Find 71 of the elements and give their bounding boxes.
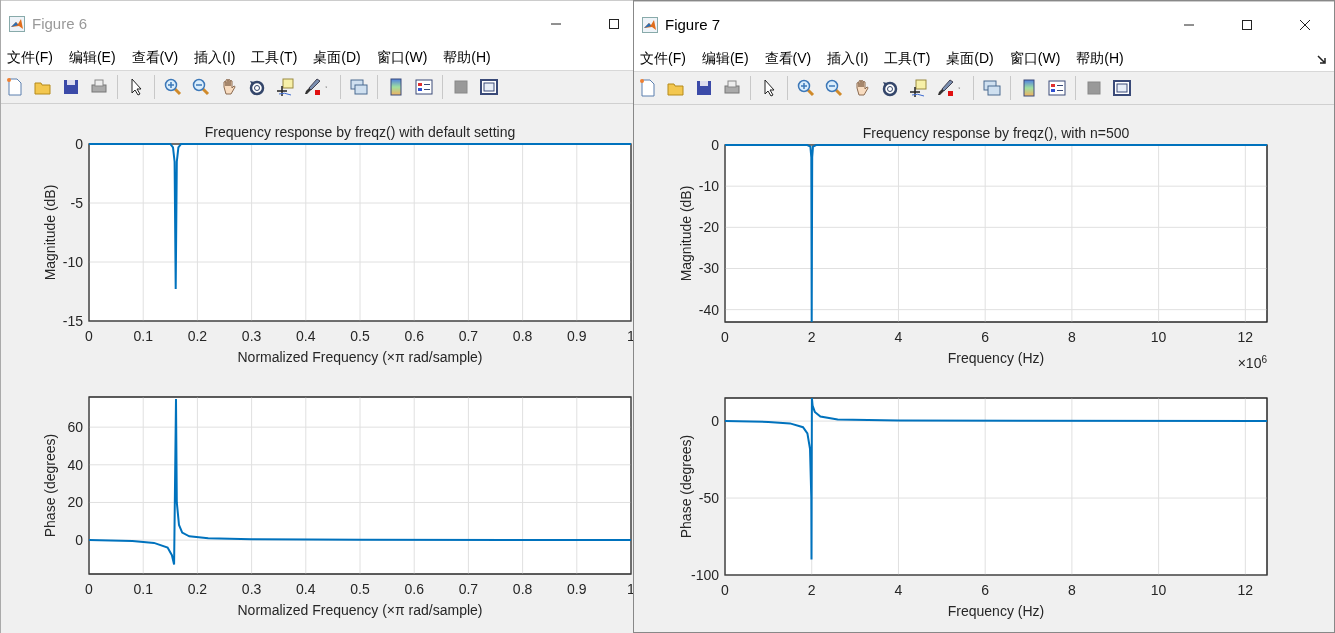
tick-label: 0.2 <box>187 581 208 597</box>
menu-item[interactable]: 桌面(D) <box>946 50 994 68</box>
tick-label: 0.6 <box>404 328 424 344</box>
tick-label: -40 <box>698 301 719 318</box>
tick-label: -5 <box>70 195 83 211</box>
menu-item[interactable]: 帮助(H) <box>1076 50 1124 68</box>
tick-label: 0 <box>721 582 729 598</box>
tick-label: 8 <box>1068 582 1076 598</box>
tick-label: -20 <box>698 219 719 236</box>
axis-label: Phase (degrees) <box>678 434 694 539</box>
tick-label: 6 <box>981 329 990 345</box>
tick-label: 0.5 <box>350 581 370 597</box>
tick-label: 0 <box>75 136 83 152</box>
tick-label: -30 <box>698 260 719 277</box>
tick-label: 2 <box>807 582 816 598</box>
tick-label: -10 <box>62 254 83 270</box>
menu-item[interactable]: 文件(F) <box>640 50 686 68</box>
tick-label: -50 <box>698 490 719 507</box>
menu-item[interactable]: 工具(T) <box>884 50 931 68</box>
tick-label: 2 <box>807 329 816 345</box>
window-title: Figure 7 <box>665 16 721 33</box>
axis-label: Phase (degrees) <box>42 433 58 538</box>
axis-label: Normalized Frequency (×π rad/sample) <box>237 349 483 365</box>
tick-label: 0.1 <box>133 581 153 597</box>
tick-label: 40 <box>67 456 83 473</box>
menu-item[interactable]: 查看(V) <box>764 50 812 68</box>
tick-label: 10 <box>1150 582 1167 598</box>
tick-label: 0.3 <box>241 328 262 344</box>
tick-label: 12 <box>1237 329 1254 345</box>
tick-label: 6 <box>981 582 990 598</box>
tick-label: 0.7 <box>458 581 479 597</box>
tick-label: 0.3 <box>241 581 262 597</box>
tick-label: 0.8 <box>512 581 533 597</box>
tick-label: 4 <box>894 582 903 598</box>
tick-label: -10 <box>698 178 719 195</box>
tick-label: 0 <box>711 413 719 430</box>
tick-label: 10 <box>1150 329 1167 345</box>
menu-item[interactable]: 插入(I) <box>827 50 869 68</box>
axis-label: Frequency (Hz) <box>947 603 1045 619</box>
menu-item[interactable]: 窗口(W) <box>1009 50 1061 68</box>
axis-multiplier: ×10$^{6}$ <box>1237 353 1267 371</box>
tick-label: 0.6 <box>404 581 424 597</box>
tick-label: 0.4 <box>296 328 316 344</box>
tick-label: 12 <box>1237 582 1254 598</box>
chart-title: Frequency response by freqz(), with n=500 <box>862 125 1130 141</box>
tick-label: 0.7 <box>458 328 479 344</box>
tick-label: 0.8 <box>512 328 533 344</box>
tick-label: 60 <box>67 419 83 436</box>
tick-label: 0.5 <box>350 328 370 344</box>
axis-label: Normalized Frequency (×π rad/sample) <box>237 602 483 618</box>
tick-label: 0 <box>85 581 93 597</box>
tick-label: -100 <box>690 567 719 583</box>
axis-label: Frequency (Hz) <box>947 350 1045 366</box>
chart-title: Frequency response by freqz() with default setting <box>204 124 516 140</box>
tick-label: -15 <box>62 313 83 329</box>
axis-label: Magnitude (dB) <box>678 185 694 282</box>
tick-label: 8 <box>1068 329 1076 345</box>
tick-label: 0.1 <box>133 328 153 344</box>
tick-label: 0 <box>711 137 719 153</box>
menu-item[interactable]: 编辑(E) <box>701 50 749 68</box>
axis-label: Magnitude (dB) <box>42 184 58 281</box>
tick-label: 20 <box>67 494 83 511</box>
tick-label: 0.9 <box>567 328 587 344</box>
tick-label: 0 <box>85 328 93 344</box>
tick-label: 4 <box>894 329 903 345</box>
window-title: Figure 6 <box>32 15 88 32</box>
tick-label: 0 <box>75 532 83 549</box>
tick-label: 0 <box>721 329 729 345</box>
tick-label: 0.4 <box>296 581 316 597</box>
tick-label: 0.2 <box>187 328 208 344</box>
tick-label: 0.9 <box>567 581 587 597</box>
